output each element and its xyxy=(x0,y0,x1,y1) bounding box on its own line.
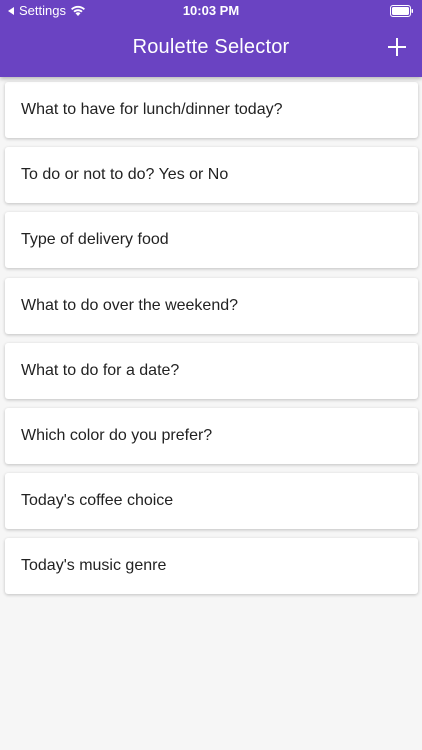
add-button[interactable] xyxy=(386,36,408,58)
roulette-item[interactable]: Today's music genre xyxy=(5,538,418,595)
roulette-item-label: What to have for lunch/dinner today? xyxy=(21,101,283,118)
app-title: Roulette Selector xyxy=(132,36,290,58)
screen: Settings 10:03 PM Roulette Selector What… xyxy=(0,0,422,750)
status-bar: Settings 10:03 PM xyxy=(0,0,422,22)
roulette-item-label: Which color do you prefer? xyxy=(21,426,213,444)
roulette-item[interactable]: Type of delivery food xyxy=(5,212,418,269)
roulette-item-label: To do or not to do? Yes or No xyxy=(21,166,229,184)
roulette-item-label: Today's music genre xyxy=(21,557,167,575)
roulette-item-label: Today's coffee choice xyxy=(21,492,174,510)
roulette-item[interactable]: What to do over the weekend? xyxy=(5,277,418,334)
roulette-item[interactable]: To do or not to do? Yes or No xyxy=(5,147,418,204)
status-time: 10:03 PM xyxy=(182,3,240,18)
roulette-item-label: What to do over the weekend? xyxy=(21,296,239,314)
top-area: Settings 10:03 PM Roulette Selector xyxy=(0,0,422,77)
roulette-item-label: Type of delivery food xyxy=(21,231,169,249)
app-bar: Roulette Selector xyxy=(0,22,422,77)
roulette-item[interactable]: What to have for lunch/dinner today? xyxy=(5,82,418,138)
roulette-item[interactable]: Which color do you prefer? xyxy=(5,407,418,464)
roulette-item-label: What to do for a date? xyxy=(21,361,180,379)
battery-icon xyxy=(390,5,414,17)
roulette-item[interactable]: What to do for a date? xyxy=(5,342,418,399)
roulette-list: What to have for lunch/dinner today? To … xyxy=(5,82,418,604)
roulette-item[interactable]: Today's coffee choice xyxy=(5,473,418,530)
